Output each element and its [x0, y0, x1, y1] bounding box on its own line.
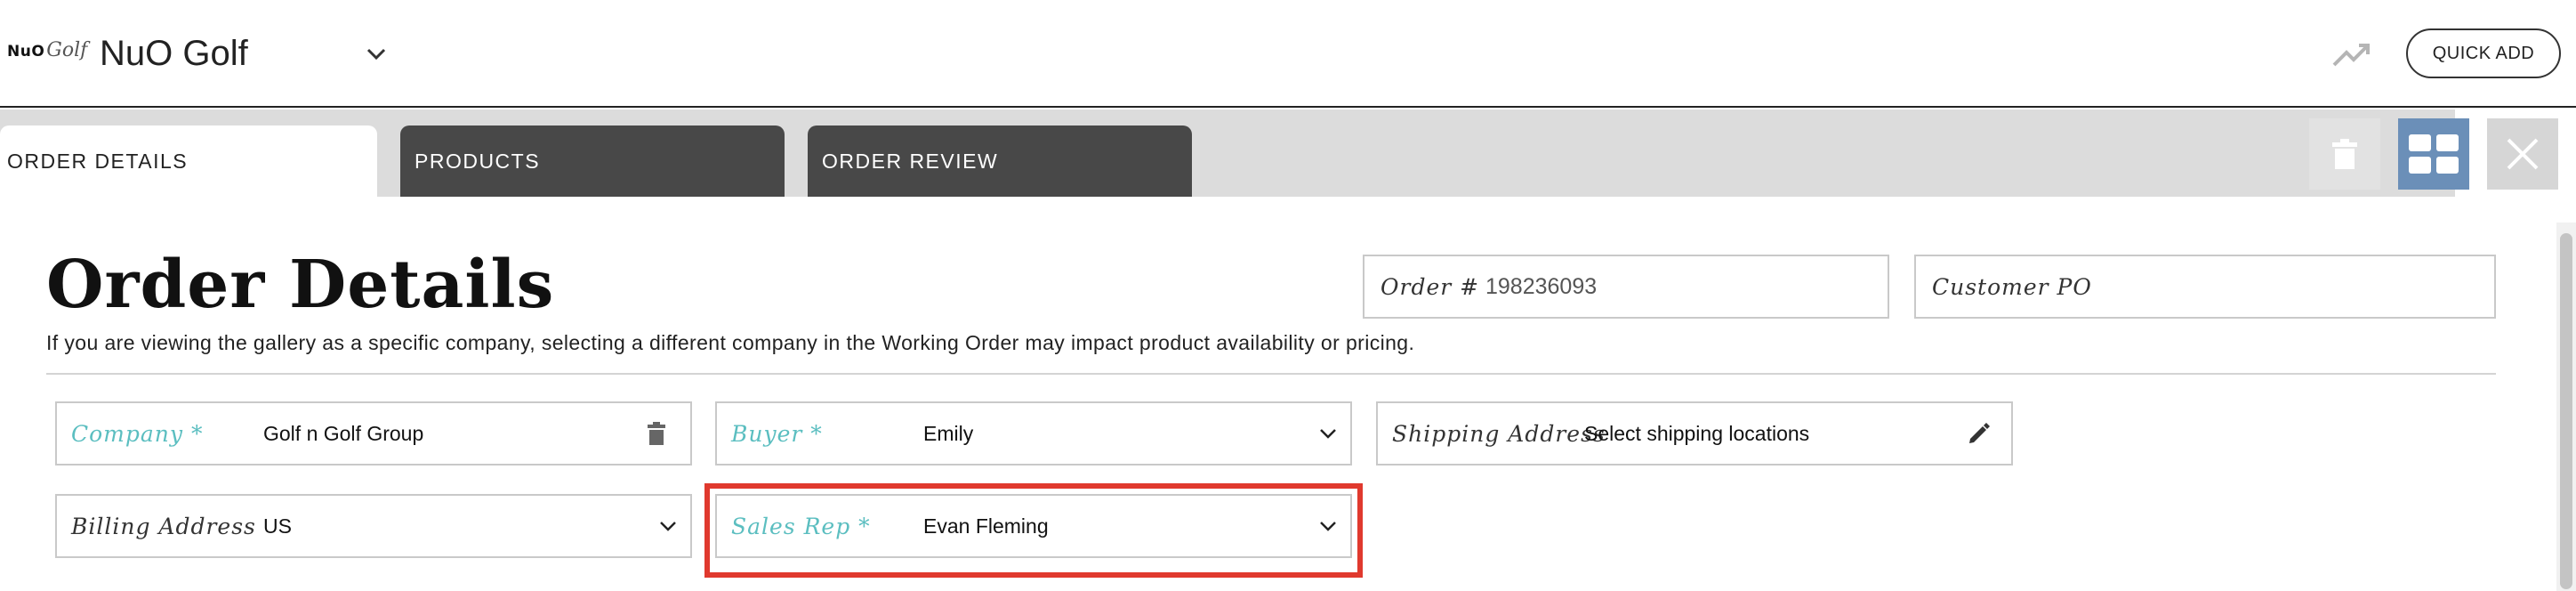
vertical-scrollbar-thumb[interactable] [2560, 233, 2572, 589]
quick-add-button[interactable]: QUICK ADD [2406, 28, 2561, 78]
buyer-select[interactable]: Buyer * Emily [715, 401, 1352, 466]
delete-order-button[interactable] [2309, 118, 2380, 190]
chevron-down-icon [1320, 429, 1336, 439]
sales-rep-value: Evan Fleming [923, 514, 1049, 538]
company-label: Company * [71, 420, 204, 447]
app-header: NuO Golf NuO Golf QUICK ADD [0, 0, 2576, 108]
trending-up-icon[interactable] [2330, 38, 2373, 70]
company-selection-notice: If you are viewing the gallery as a spec… [46, 331, 1415, 354]
shipping-address-label: Shipping Address [1392, 420, 1606, 447]
nuo-golf-logo[interactable]: NuO Golf [7, 39, 87, 66]
layout-toggle-button[interactable] [2398, 118, 2469, 190]
billing-address-select[interactable]: Billing Address US [55, 494, 692, 558]
shipping-address-value: Select shipping locations [1584, 421, 1810, 445]
order-tab-bar: ORDER DETAILS PRODUCTS ORDER REVIEW [0, 109, 2455, 197]
page-title: Order Details [46, 247, 555, 323]
logo-secondary-text: Golf [46, 39, 88, 61]
order-number-label: Order # [1381, 273, 1480, 300]
close-order-button[interactable] [2487, 118, 2558, 190]
tab-order-details[interactable]: ORDER DETAILS [0, 125, 377, 197]
section-divider [46, 373, 2496, 375]
logo-primary-text: NuO [7, 43, 45, 61]
buyer-value: Emily [923, 421, 974, 445]
tab-order-review[interactable]: ORDER REVIEW [808, 125, 1192, 197]
grid-layout-icon [2409, 134, 2459, 174]
buyer-label: Buyer * [731, 420, 823, 447]
sales-rep-select[interactable]: Sales Rep * Evan Fleming [715, 494, 1352, 558]
chevron-down-icon [1320, 522, 1336, 531]
customer-po-label: Customer PO [1932, 273, 2092, 300]
tab-products[interactable]: PRODUCTS [400, 125, 785, 197]
close-icon [2507, 138, 2539, 170]
trash-icon[interactable] [648, 422, 665, 445]
order-number-field[interactable]: Order # 198236093 [1363, 255, 1889, 319]
chevron-down-icon [660, 522, 676, 531]
billing-address-value: US [263, 514, 292, 538]
company-field[interactable]: Company * Golf n Golf Group [55, 401, 692, 466]
company-switcher-title[interactable]: NuO Golf [100, 30, 248, 77]
billing-address-label: Billing Address [71, 513, 256, 539]
company-value: Golf n Golf Group [263, 421, 424, 445]
shipping-address-field[interactable]: Shipping Address Select shipping locatio… [1376, 401, 2013, 466]
trash-icon [2332, 139, 2357, 169]
sales-rep-label: Sales Rep * [731, 513, 871, 539]
customer-po-field[interactable]: Customer PO [1914, 255, 2496, 319]
order-number-value: 198236093 [1485, 273, 1598, 299]
chevron-down-icon[interactable] [363, 41, 390, 68]
pencil-icon[interactable] [1967, 421, 1992, 446]
